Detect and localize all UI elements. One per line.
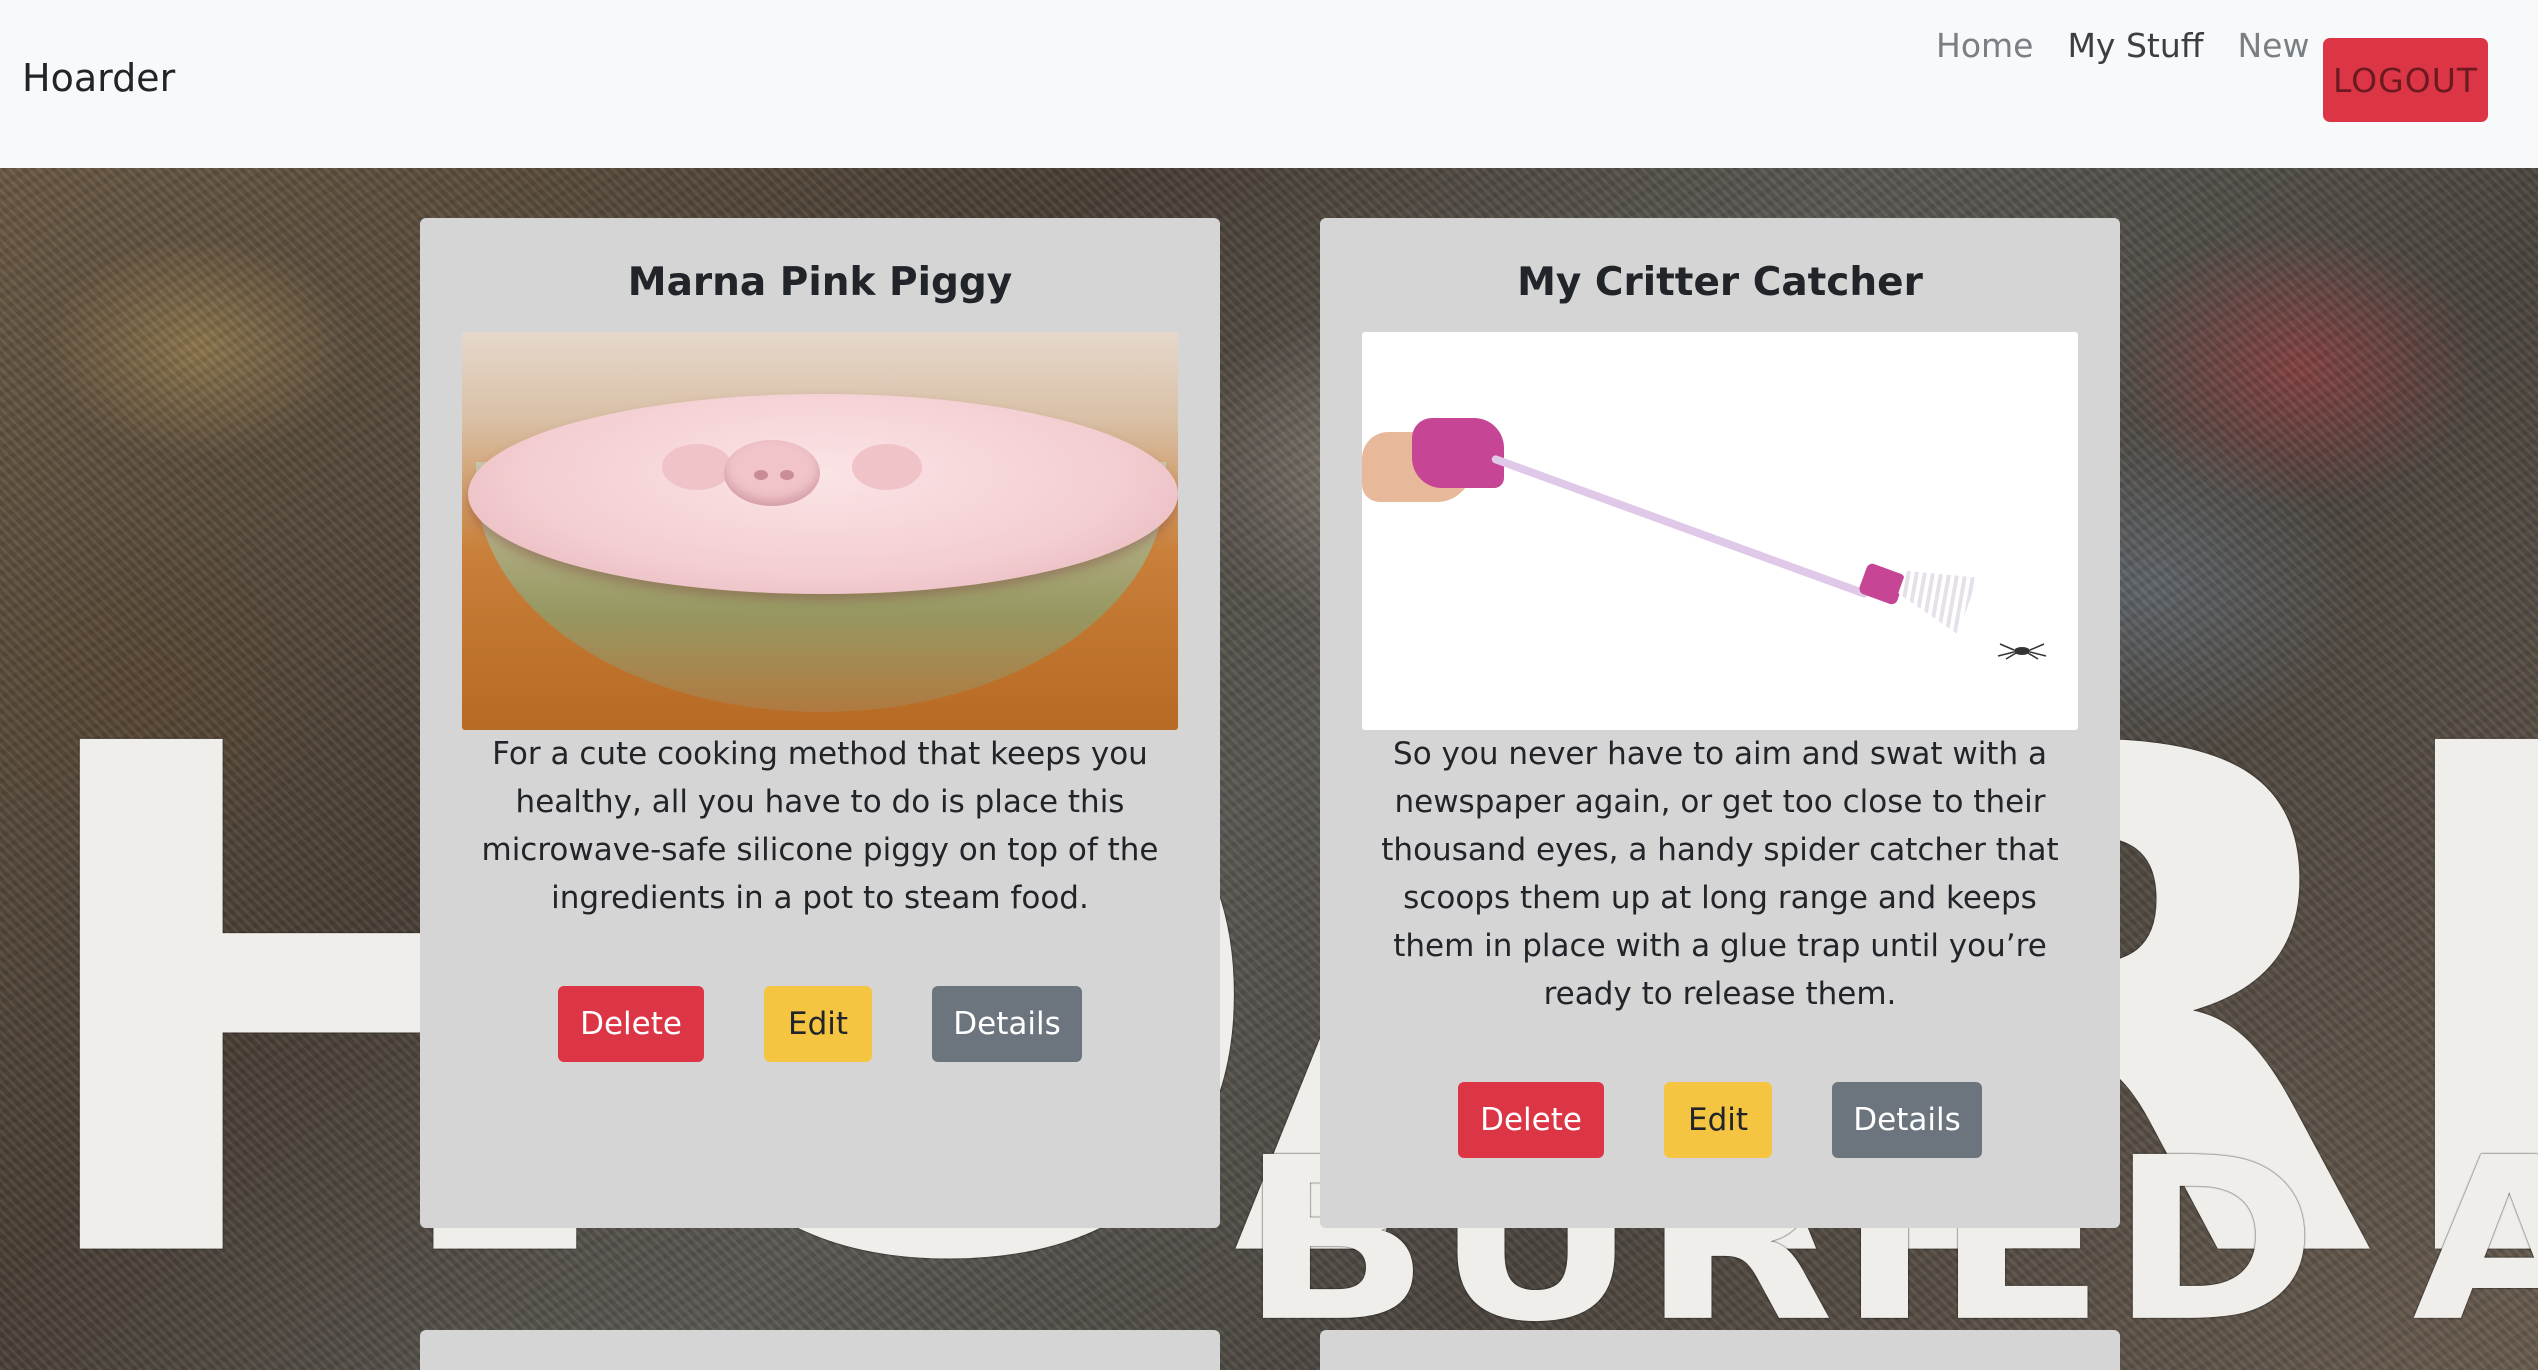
item-title: My Critter Catcher: [1517, 260, 1923, 305]
nav-link-my-stuff[interactable]: My Stuff: [2067, 26, 2203, 65]
brand-link[interactable]: Hoarder: [22, 56, 175, 100]
details-button[interactable]: Details: [932, 986, 1082, 1062]
navbar: Hoarder Home My Stuff New LOGOUT: [0, 0, 2538, 168]
item-card: Marna Pink Piggy For a cute cooking meth…: [420, 218, 1220, 1228]
item-description: For a cute cooking method that keeps you…: [481, 736, 1159, 916]
item-title: Marna Pink Piggy: [627, 260, 1013, 305]
nav-link-home[interactable]: Home: [1936, 26, 2033, 65]
background-image: HOARDING: BURIED ALIVE: [0, 168, 2538, 1370]
item-image: [1362, 332, 2078, 730]
item-actions: Delete Edit Details: [420, 986, 1220, 1062]
logout-button[interactable]: LOGOUT: [2323, 38, 2488, 122]
item-card: My Critter Catcher So you never have to …: [1320, 218, 2120, 1228]
edit-button[interactable]: Edit: [1664, 1082, 1772, 1158]
nav-link-new[interactable]: New: [2237, 26, 2309, 65]
nav-links: Home My Stuff New: [1936, 26, 2343, 65]
edit-button[interactable]: Edit: [764, 986, 872, 1062]
spider-icon: [1997, 643, 2047, 660]
details-button[interactable]: Details: [1832, 1082, 1982, 1158]
item-card: [1320, 1330, 2120, 1370]
delete-button[interactable]: Delete: [1458, 1082, 1604, 1158]
item-description: So you never have to aim and swat with a…: [1381, 736, 2059, 1012]
item-card: [420, 1330, 1220, 1370]
delete-button[interactable]: Delete: [558, 986, 704, 1062]
item-image: [462, 332, 1178, 730]
item-actions: Delete Edit Details: [1320, 1082, 2120, 1158]
